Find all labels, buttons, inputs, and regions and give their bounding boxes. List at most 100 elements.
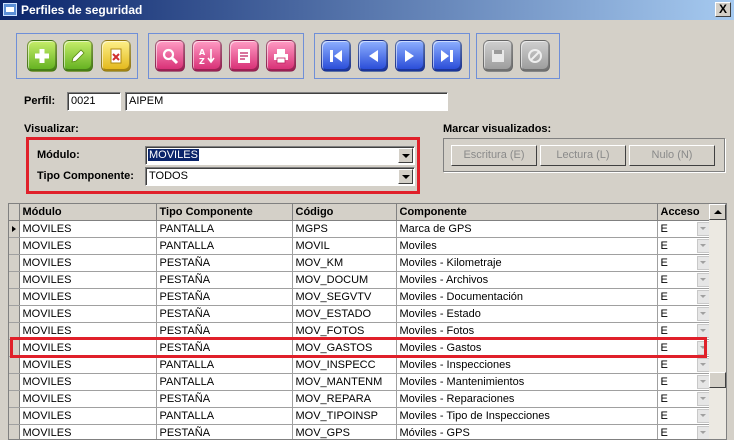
- print-button[interactable]: [266, 40, 296, 72]
- cell-tipo-componente[interactable]: PESTAÑA: [156, 288, 293, 306]
- first-record-button[interactable]: [321, 40, 351, 72]
- cell-componente[interactable]: Moviles - Inspecciones: [396, 356, 658, 374]
- nulo-button[interactable]: Nulo (N): [629, 145, 715, 166]
- close-button[interactable]: X: [715, 2, 731, 17]
- save-button[interactable]: [483, 40, 513, 72]
- lectura-button[interactable]: Lectura (L): [540, 145, 626, 166]
- cell-modulo[interactable]: MOVILES: [19, 254, 157, 272]
- table-row[interactable]: MOVILES PANTALLA MOV_INSPECC Moviles - Insp…: [9, 356, 712, 374]
- table-row[interactable]: MOVILES PESTAÑA MOV_KM Moviles - Kilometraj…: [9, 254, 712, 272]
- acceso-dropdown-button[interactable]: [696, 408, 710, 423]
- cell-acceso[interactable]: E: [657, 356, 712, 374]
- cell-acceso[interactable]: E: [657, 390, 712, 408]
- cell-modulo[interactable]: MOVILES: [19, 390, 157, 408]
- add-button[interactable]: [27, 40, 57, 72]
- scroll-thumb[interactable]: [709, 372, 726, 388]
- cell-tipo-componente[interactable]: PESTAÑA: [156, 424, 293, 439]
- cell-modulo[interactable]: MOVILES: [19, 356, 157, 374]
- row-indicator[interactable]: [9, 424, 20, 439]
- cell-codigo[interactable]: MOV_KM: [292, 254, 397, 272]
- previous-record-button[interactable]: [358, 40, 388, 72]
- row-indicator[interactable]: [9, 390, 20, 408]
- cancel-button[interactable]: [520, 40, 550, 72]
- column-header-tipo-componente[interactable]: Tipo Componente: [156, 204, 293, 221]
- tipo-componente-dropdown-button[interactable]: [398, 169, 413, 184]
- cell-acceso[interactable]: E: [657, 220, 712, 238]
- cell-codigo[interactable]: MOV_GPS: [292, 424, 397, 439]
- cell-tipo-componente[interactable]: PANTALLA: [156, 356, 293, 374]
- cell-modulo[interactable]: MOVILES: [19, 237, 157, 255]
- cell-componente[interactable]: Moviles - Kilometraje: [396, 254, 658, 272]
- next-record-button[interactable]: [395, 40, 425, 72]
- acceso-dropdown-button[interactable]: [696, 255, 710, 270]
- cell-componente[interactable]: Moviles - Documentación: [396, 288, 658, 306]
- cell-acceso[interactable]: E: [657, 237, 712, 255]
- cell-modulo[interactable]: MOVILES: [19, 407, 157, 425]
- cell-acceso[interactable]: E: [657, 373, 712, 391]
- cell-tipo-componente[interactable]: PANTALLA: [156, 407, 293, 425]
- cell-componente[interactable]: Moviles - Archivos: [396, 271, 658, 289]
- cell-componente[interactable]: Marca de GPS: [396, 220, 658, 238]
- cell-tipo-componente[interactable]: PESTAÑA: [156, 305, 293, 323]
- acceso-dropdown-button[interactable]: [696, 357, 710, 372]
- report-button[interactable]: [229, 40, 259, 72]
- table-row[interactable]: MOVILES PESTAÑA MOV_ESTADO Moviles - Estado…: [9, 305, 712, 323]
- delete-button[interactable]: [101, 40, 131, 72]
- vertical-scrollbar[interactable]: [709, 204, 726, 439]
- cell-componente[interactable]: Moviles - Estado: [396, 305, 658, 323]
- last-record-button[interactable]: [432, 40, 462, 72]
- acceso-dropdown-button[interactable]: [696, 272, 710, 287]
- cell-codigo[interactable]: MOV_DOCUM: [292, 271, 397, 289]
- acceso-dropdown-button[interactable]: [696, 289, 710, 304]
- cell-codigo[interactable]: MOV_TIPOINSP: [292, 407, 397, 425]
- cell-tipo-componente[interactable]: PESTAÑA: [156, 390, 293, 408]
- cell-modulo[interactable]: MOVILES: [19, 305, 157, 323]
- row-indicator[interactable]: [9, 356, 20, 374]
- cell-componente[interactable]: Moviles: [396, 237, 658, 255]
- cell-tipo-componente[interactable]: PANTALLA: [156, 220, 293, 238]
- cell-codigo[interactable]: MGPS: [292, 220, 397, 238]
- cell-acceso[interactable]: E: [657, 271, 712, 289]
- cell-acceso[interactable]: E: [657, 254, 712, 272]
- table-row[interactable]: MOVILES PESTAÑA MOV_DOCUM Moviles - Archivo…: [9, 271, 712, 289]
- row-indicator[interactable]: [9, 373, 20, 391]
- table-row[interactable]: MOVILES PESTAÑA MOV_REPARA Moviles - Repara…: [9, 390, 712, 408]
- row-indicator[interactable]: [9, 407, 20, 425]
- acceso-dropdown-button[interactable]: [696, 221, 710, 236]
- modulo-select[interactable]: MOVILES: [145, 146, 415, 165]
- cell-modulo[interactable]: MOVILES: [19, 288, 157, 306]
- cell-acceso[interactable]: E: [657, 288, 712, 306]
- cell-tipo-componente[interactable]: PESTAÑA: [156, 254, 293, 272]
- cell-componente[interactable]: Moviles - Tipo de Inspecciones: [396, 407, 658, 425]
- row-indicator[interactable]: [9, 220, 20, 238]
- cell-acceso[interactable]: E: [657, 407, 712, 425]
- search-button[interactable]: [155, 40, 185, 72]
- tipo-componente-select[interactable]: TODOS: [145, 167, 415, 186]
- acceso-dropdown-button[interactable]: [696, 238, 710, 253]
- table-row[interactable]: MOVILES PANTALLA MOV_MANTENM Moviles - Mant…: [9, 373, 712, 391]
- cell-componente[interactable]: Móviles - GPS: [396, 424, 658, 439]
- edit-button[interactable]: [63, 40, 93, 72]
- table-row[interactable]: MOVILES PESTAÑA MOV_GPS Móviles - GPS E: [9, 424, 712, 439]
- sort-button[interactable]: AZ: [192, 40, 222, 72]
- row-indicator[interactable]: [9, 254, 20, 272]
- cell-acceso[interactable]: E: [657, 305, 712, 323]
- acceso-dropdown-button[interactable]: [696, 391, 710, 406]
- table-row[interactable]: MOVILES PESTAÑA MOV_SEGVTV Moviles - Docume…: [9, 288, 712, 306]
- cell-codigo[interactable]: MOV_INSPECC: [292, 356, 397, 374]
- row-indicator[interactable]: [9, 237, 20, 255]
- cell-codigo[interactable]: MOV_MANTENM: [292, 373, 397, 391]
- cell-modulo[interactable]: MOVILES: [19, 271, 157, 289]
- cell-tipo-componente[interactable]: PANTALLA: [156, 237, 293, 255]
- column-header-acceso[interactable]: Acceso: [657, 204, 712, 221]
- cell-modulo[interactable]: MOVILES: [19, 220, 157, 238]
- escritura-button[interactable]: Escritura (E): [451, 145, 537, 166]
- cell-modulo[interactable]: MOVILES: [19, 424, 157, 439]
- column-header-codigo[interactable]: Código: [292, 204, 397, 221]
- perfil-name-field[interactable]: AIPEM: [125, 92, 448, 111]
- cell-acceso[interactable]: E: [657, 424, 712, 439]
- modulo-dropdown-button[interactable]: [398, 148, 413, 163]
- acceso-dropdown-button[interactable]: [696, 306, 710, 321]
- cell-modulo[interactable]: MOVILES: [19, 373, 157, 391]
- cell-tipo-componente[interactable]: PANTALLA: [156, 373, 293, 391]
